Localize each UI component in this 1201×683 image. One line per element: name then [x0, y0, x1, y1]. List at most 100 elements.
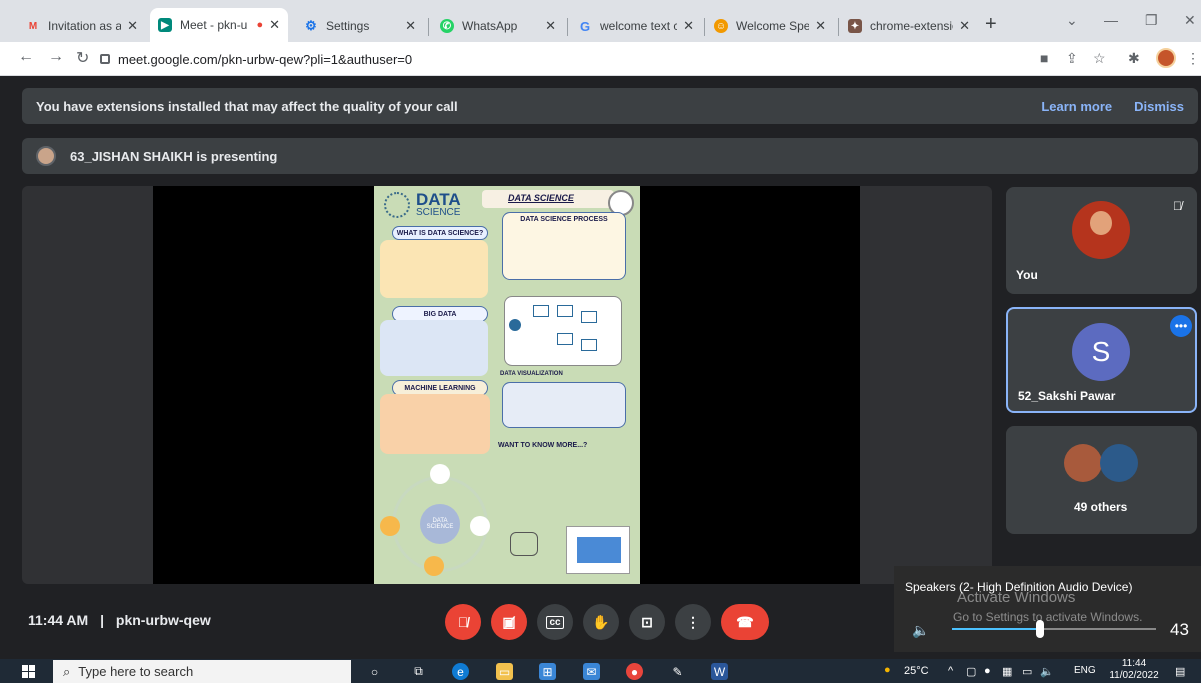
file-explorer-icon[interactable]: ▭ — [496, 663, 513, 680]
profile-avatar[interactable] — [1156, 48, 1176, 68]
close-icon[interactable]: ✕ — [683, 18, 694, 34]
weather-temp[interactable]: 25°C — [904, 665, 929, 677]
forward-icon[interactable]: → — [48, 48, 64, 66]
participant-tile-you[interactable]: 🎙̸ You — [1006, 187, 1197, 294]
participant-tile-others[interactable]: 49 others — [1006, 426, 1197, 534]
close-icon[interactable]: ✕ — [405, 18, 416, 34]
gear-icon: ⚙ — [305, 18, 317, 33]
volume-level: 43 — [1170, 620, 1189, 639]
address-bar[interactable]: meet.google.com/pkn-urbw-qew?pli=1&authu… — [100, 47, 1030, 71]
close-icon[interactable]: ✕ — [545, 18, 556, 34]
presenter-avatar — [36, 146, 56, 166]
tray-app-icon[interactable]: ▢ — [966, 665, 976, 678]
menu-kebab-icon[interactable]: ⋮ — [1186, 50, 1200, 67]
raise-hand-button[interactable]: ✋ — [583, 604, 619, 640]
presenting-bar: 63_JISHAN SHAIKH is presenting — [22, 138, 1198, 174]
camera-indicator-icon[interactable]: ■ — [1040, 50, 1048, 66]
close-icon[interactable]: ✕ — [815, 18, 826, 34]
tab-welcome-speech[interactable]: ☺ Welcome Speech ✕ — [706, 10, 834, 42]
minimize-icon[interactable]: — — [1104, 12, 1118, 28]
tab-search-icon[interactable]: ⌄ — [1066, 12, 1078, 29]
poster-laptop-image — [566, 526, 630, 574]
you-avatar — [1072, 201, 1130, 259]
poster-cycle-node — [380, 516, 400, 536]
bookmark-star-icon[interactable]: ☆ — [1093, 50, 1106, 67]
close-icon[interactable]: ✕ — [959, 18, 970, 34]
others-avatar-2 — [1100, 444, 1138, 482]
windows-start-icon[interactable] — [22, 665, 35, 678]
close-icon[interactable]: ✕ — [127, 18, 138, 34]
volume-flyout: Speakers (2- High Definition Audio Devic… — [894, 566, 1201, 652]
phone-hangup-icon: ☎ — [736, 613, 754, 630]
extension-warning-banner: You have extensions installed that may a… — [22, 88, 1198, 124]
leave-call-button[interactable]: ☎ — [721, 604, 769, 640]
tab-google[interactable]: G welcome text co ✕ — [570, 10, 702, 42]
hand-icon: ✋ — [592, 613, 610, 630]
present-button[interactable]: ⊡ — [629, 604, 665, 640]
lock-icon[interactable] — [100, 54, 110, 64]
tab-whatsapp[interactable]: ✆ WhatsApp ✕ — [432, 10, 564, 42]
tab-settings[interactable]: ⚙ Settings ✕ — [296, 10, 424, 42]
new-tab-button[interactable]: + — [985, 13, 997, 36]
tab-gmail[interactable]: M Invitation as a Ju ✕ — [18, 10, 146, 42]
camera-toggle-button[interactable]: ▣̸ — [491, 604, 527, 640]
participant-tile-sakshi[interactable]: S ••• 52_Sakshi Pawar — [1006, 307, 1197, 413]
google-icon: G — [579, 18, 591, 34]
task-view-icon[interactable]: ⧉ — [410, 663, 427, 680]
edge-icon[interactable]: e — [452, 663, 469, 680]
close-icon[interactable]: ✕ — [269, 17, 280, 33]
extensions-puzzle-icon[interactable]: ✱ — [1128, 50, 1140, 67]
language-indicator[interactable]: ENG — [1074, 665, 1096, 676]
window-close-icon[interactable]: ✕ — [1184, 12, 1196, 29]
poster-cycle-node — [424, 556, 444, 576]
poster-big-box — [380, 320, 488, 376]
back-icon[interactable]: ← — [18, 48, 34, 66]
word-icon[interactable]: W — [711, 663, 728, 680]
taskbar-clock[interactable]: 11:44 11/02/2022 — [1108, 658, 1160, 682]
poster-database-icon — [510, 532, 538, 556]
poster-process-box: DATA SCIENCE PROCESS — [502, 212, 626, 280]
whatsapp-icon: ✆ — [440, 19, 454, 33]
weather-icon[interactable]: ● — [884, 664, 891, 676]
share-icon[interactable]: ⇪ — [1066, 50, 1078, 67]
notifications-icon[interactable]: ▤ — [1175, 665, 1185, 678]
dismiss-button[interactable]: Dismiss — [1134, 99, 1184, 114]
network-icon[interactable]: ▦ — [1002, 665, 1012, 678]
poster-cycle-node — [430, 464, 450, 484]
poster-what-title: WHAT IS DATA SCIENCE? — [392, 226, 488, 240]
mail-icon[interactable]: ✉ — [583, 663, 600, 680]
speaker-icon[interactable]: 🔈 — [912, 622, 929, 639]
more-options-icon[interactable]: ••• — [1170, 315, 1192, 337]
poster-want-text — [502, 456, 626, 516]
poster-ml-box — [380, 394, 490, 454]
kebab-icon: ⋮ — [686, 613, 700, 630]
tray-mic-icon[interactable]: ● — [984, 665, 991, 677]
captions-button[interactable]: cc — [537, 604, 573, 640]
tab-separator — [567, 18, 568, 36]
tab-separator — [838, 18, 839, 36]
mic-muted-icon: 🎙̸ — [1173, 199, 1182, 213]
mic-toggle-button[interactable]: 🎙̸ — [445, 604, 481, 640]
display-icon[interactable]: ▭ — [1022, 665, 1032, 678]
recording-icon: ● — [256, 19, 264, 31]
poster-cycle-node — [470, 516, 490, 536]
learn-more-link[interactable]: Learn more — [1041, 99, 1112, 114]
more-options-button[interactable]: ⋮ — [675, 604, 711, 640]
activate-windows-sub: Go to Settings to activate Windows. — [953, 610, 1143, 624]
restore-icon[interactable]: ❐ — [1145, 12, 1158, 29]
tab-separator — [704, 18, 705, 36]
activate-windows-title: Activate Windows — [957, 589, 1076, 606]
chrome-icon[interactable]: ● — [626, 663, 643, 680]
gmail-icon: M — [28, 20, 38, 32]
tab-chrome-extension[interactable]: ✦ chrome-extensio ✕ — [840, 10, 978, 42]
cortana-icon[interactable]: ○ — [366, 663, 383, 680]
app-icon[interactable]: ✎ — [669, 663, 686, 680]
store-icon[interactable]: ⊞ — [539, 663, 556, 680]
search-icon: ⌕ — [63, 663, 71, 679]
taskbar-search[interactable]: ⌕ Type here to search — [53, 660, 351, 683]
tab-meet[interactable]: ▶ Meet - pkn-u ● ✕ — [150, 8, 288, 42]
tray-chevron-icon[interactable]: ^ — [948, 665, 953, 677]
poster-diagram — [504, 296, 622, 366]
reload-icon[interactable]: ↻ — [76, 48, 89, 68]
volume-tray-icon[interactable]: 🔈 — [1040, 665, 1054, 678]
